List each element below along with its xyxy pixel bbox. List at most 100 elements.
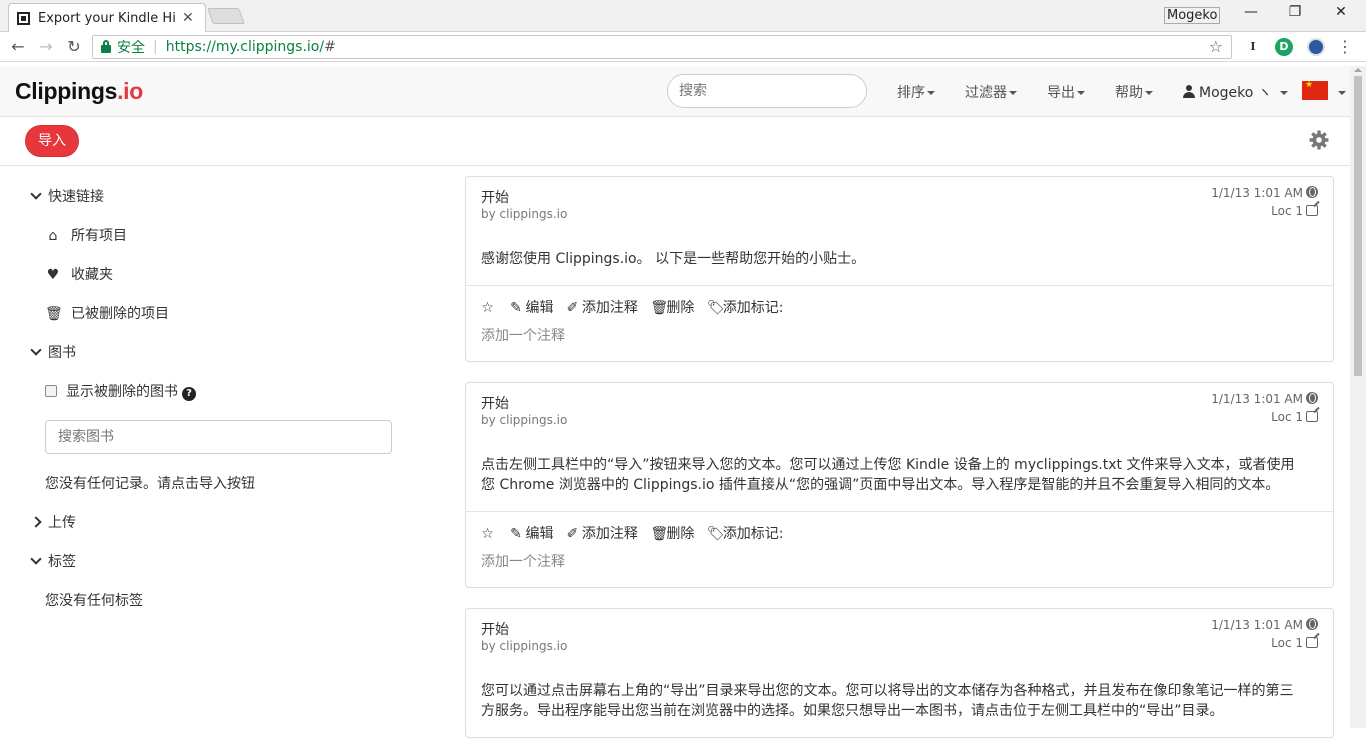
caret-down-icon — [1145, 91, 1153, 95]
favorite-star-button[interactable]: ☆ — [481, 300, 497, 316]
search-books-input[interactable] — [45, 420, 392, 454]
quick-links-toggle[interactable]: 快速链接 — [30, 186, 104, 206]
pencil-icon: ✎ — [510, 300, 522, 316]
chevron-down-icon — [30, 344, 42, 356]
url-host: https://my.clippings.io/ — [165, 39, 325, 55]
question-circle-icon[interactable]: ? — [182, 387, 196, 401]
add-note-button[interactable]: ✐ 添加注释 — [566, 526, 638, 542]
add-note-button[interactable]: ✐ 添加注释 — [566, 300, 638, 316]
show-deleted-books-option[interactable]: 显示被删除的图书? — [45, 381, 196, 401]
clipping-location: Loc 1 — [1271, 410, 1318, 424]
close-tab-icon[interactable]: ✕ — [182, 10, 194, 26]
show-deleted-label: 显示被删除的图书 — [66, 384, 178, 400]
delete-button[interactable]: 🗑删除 — [650, 526, 694, 542]
extension-d-icon[interactable]: D — [1275, 38, 1293, 56]
filter-menu[interactable]: 过滤器 — [965, 82, 1017, 102]
help-menu[interactable]: 帮助 — [1115, 82, 1153, 102]
tab-title: Export your Kindle Hig — [38, 10, 176, 26]
extension-globe-icon[interactable] — [1307, 38, 1325, 56]
clipping-author: by clippings.io — [481, 413, 568, 427]
scroll-up-arrow-icon[interactable] — [1354, 68, 1362, 72]
chevron-right-icon — [30, 516, 42, 528]
restore-button[interactable]: ❐ — [1280, 4, 1310, 20]
close-window-button[interactable]: ✕ — [1326, 4, 1356, 20]
add-note-field[interactable]: 添加一个注释 — [481, 551, 565, 571]
globe-icon[interactable] — [1306, 186, 1318, 198]
trash-icon: 🗑 — [650, 526, 669, 542]
add-note-label: 添加注释 — [581, 300, 638, 316]
forward-arrow-icon[interactable]: → — [36, 37, 56, 56]
edit-button[interactable]: ✎ 编辑 — [509, 300, 553, 316]
search-input[interactable] — [667, 74, 867, 108]
edit-button[interactable]: ✎ 编辑 — [509, 526, 553, 542]
clipping-date: 1/1/13 1:01 AM — [1211, 186, 1318, 200]
delete-button[interactable]: 🗑删除 — [650, 300, 694, 316]
user-menu[interactable]: Mogeko ヽ — [1183, 82, 1289, 102]
scroll-thumb[interactable] — [1354, 76, 1362, 376]
brand-name: Clippings — [15, 78, 118, 104]
lock-icon — [101, 39, 111, 53]
books-label: 图书 — [48, 345, 76, 361]
app-navbar: Clippings.io 排序 过滤器 导出 帮助 Mogeko ヽ — [0, 66, 1350, 117]
sidebar: 快速链接 ⌂ 所有项目 ♥ 收藏夹 🗑 已被删除的项目 图书 显示被删除的图书? 您没… — [0, 166, 450, 728]
clipping-text: 您可以通过点击屏幕右上角的“导出”目录来导出您的文本。您可以将导出的文本储存为各… — [481, 683, 1294, 719]
clipping-date: 1/1/13 1:01 AM — [1211, 392, 1318, 406]
brand-logo[interactable]: Clippings.io — [15, 78, 143, 105]
address-bar[interactable]: 安全 | https://my.clippings.io/# ☆ — [92, 35, 1232, 59]
no-tags-message: 您没有任何标签 — [45, 593, 143, 609]
bookmark-star-icon[interactable]: ☆ — [1209, 37, 1223, 56]
chrome-menu-icon[interactable]: ⋮ — [1336, 38, 1354, 56]
sidebar-item-deleted[interactable]: 🗑 已被删除的项目 — [45, 303, 169, 323]
browser-tab[interactable]: Export your Kindle Hig ✕ — [8, 3, 206, 32]
globe-icon[interactable] — [1306, 392, 1318, 404]
sidebar-item-all-items[interactable]: ⌂ 所有项目 — [45, 225, 127, 245]
books-toggle[interactable]: 图书 — [30, 342, 76, 362]
page-scrollbar[interactable] — [1350, 66, 1366, 728]
import-button[interactable]: 导入 — [25, 125, 79, 157]
back-arrow-icon[interactable]: ← — [8, 37, 28, 56]
edit-location-icon[interactable] — [1306, 411, 1318, 422]
export-menu[interactable]: 导出 — [1047, 82, 1085, 102]
chevron-down-icon — [30, 188, 42, 200]
sort-menu[interactable]: 排序 — [897, 82, 935, 102]
profile-name[interactable]: Mogeko — [1164, 7, 1221, 24]
reload-icon[interactable]: ↻ — [64, 37, 84, 56]
show-deleted-checkbox[interactable] — [45, 385, 57, 397]
tag-icon: 🏷 — [706, 300, 725, 316]
new-tab-button[interactable] — [207, 8, 245, 24]
tags-toggle[interactable]: 标签 — [30, 551, 76, 571]
edit-location-icon[interactable] — [1306, 205, 1318, 216]
action-toolbar: 导入 — [0, 117, 1350, 166]
clipping-text: 点击左侧工具栏中的“导入”按钮来导入您的文本。您可以通过上传您 Kindle 设… — [481, 457, 1295, 493]
edit-location-icon[interactable] — [1306, 637, 1318, 648]
clipping-title: 开始 — [481, 622, 509, 638]
china-flag-icon[interactable] — [1302, 80, 1328, 100]
extension-i-icon[interactable]: I — [1244, 38, 1262, 56]
divider: | — [153, 39, 158, 55]
no-records-message: 您没有任何记录。请点击导入按钮 — [45, 476, 255, 492]
browser-toolbar: ← → ↻ 安全 | https://my.clippings.io/# ☆ I… — [0, 32, 1366, 62]
add-tag-button[interactable]: 🏷添加标记: — [707, 300, 784, 316]
caret-down-icon — [927, 91, 935, 95]
upload-toggle[interactable]: 上传 — [30, 512, 76, 532]
sidebar-item-favorites[interactable]: ♥ 收藏夹 — [45, 264, 113, 284]
add-tag-button[interactable]: 🏷添加标记: — [707, 526, 784, 542]
globe-icon[interactable] — [1306, 618, 1318, 630]
clipping-loc-text: Loc 1 — [1271, 410, 1303, 424]
secure-label: 安全 — [117, 40, 145, 56]
user-icon — [1183, 85, 1195, 98]
language-caret-icon[interactable] — [1338, 91, 1346, 95]
filter-label: 过滤器 — [965, 85, 1007, 101]
add-note-field[interactable]: 添加一个注释 — [481, 325, 565, 345]
favorites-label: 收藏夹 — [71, 267, 113, 283]
favorite-star-button[interactable]: ☆ — [481, 526, 497, 542]
pencil-icon: ✎ — [510, 526, 522, 542]
star-icon: ☆ — [481, 300, 494, 316]
home-icon: ⌂ — [48, 228, 58, 244]
caret-down-icon — [1077, 91, 1085, 95]
delete-label: 删除 — [666, 526, 695, 542]
minimize-button[interactable]: — — [1236, 4, 1266, 20]
brand-tld: .io — [117, 78, 144, 104]
gear-icon[interactable] — [1309, 130, 1329, 150]
deleted-items-label: 已被删除的项目 — [71, 306, 169, 322]
